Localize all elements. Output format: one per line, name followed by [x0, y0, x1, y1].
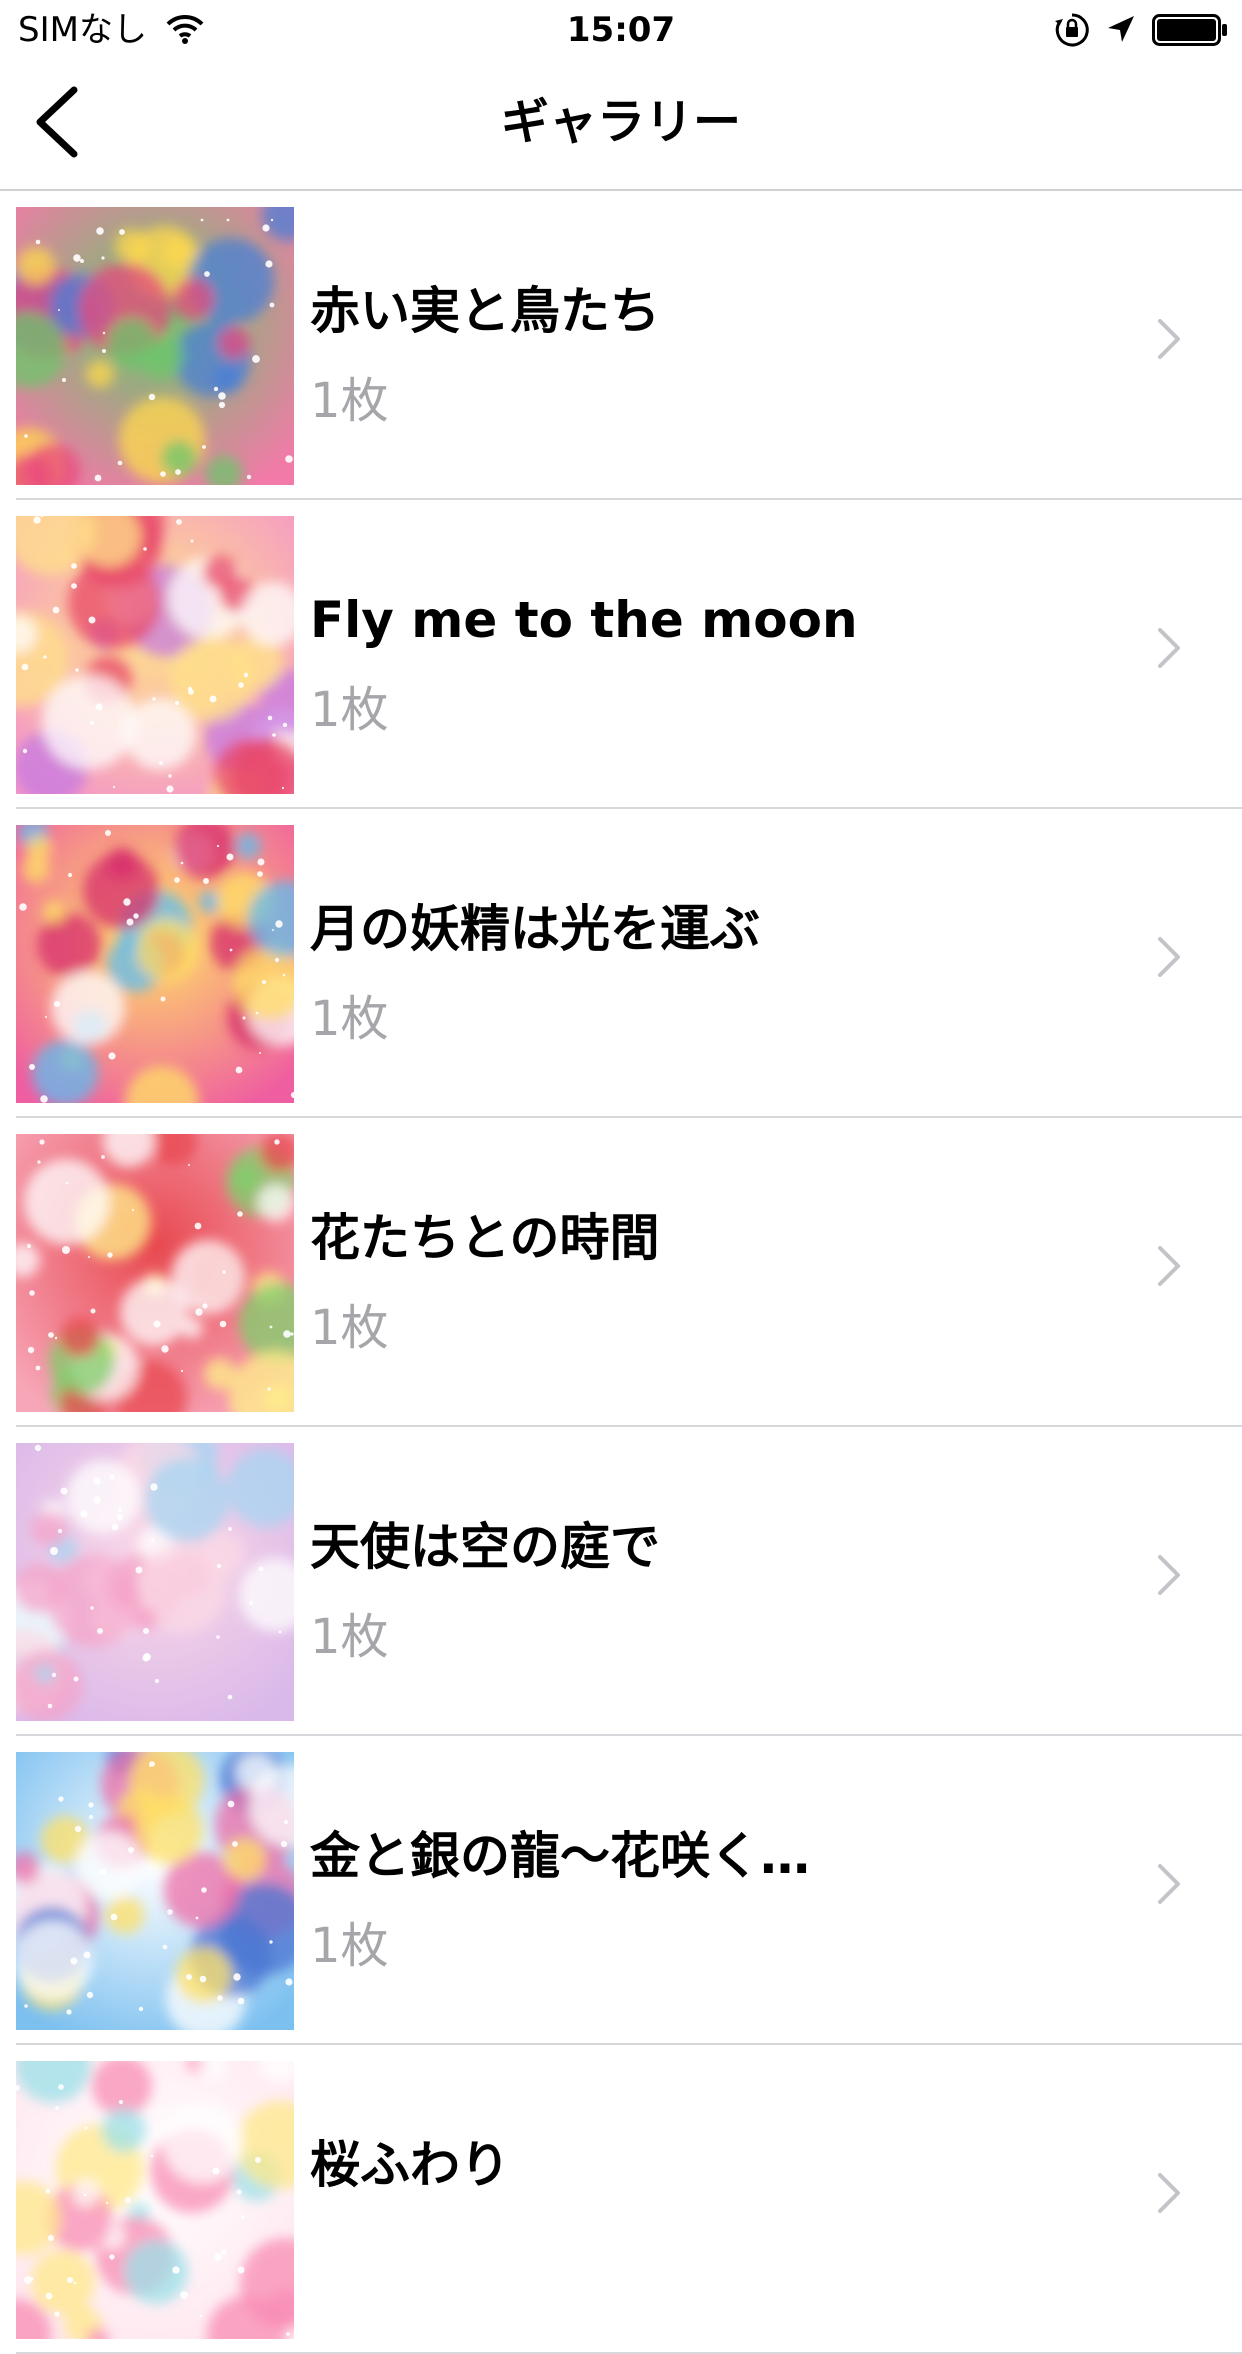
gallery-item-title: Fly me to the moon [310, 591, 858, 649]
location-arrow-icon [1106, 14, 1136, 44]
navigation-bar: ギャラリー [0, 60, 1242, 191]
gallery-item-count: 1枚 [310, 682, 389, 738]
lock-rotation-icon [1054, 12, 1090, 48]
gallery-item-title: 月の妖精は光を運ぶ [310, 900, 760, 958]
artwork-thumbnail [16, 207, 294, 485]
artwork-thumbnail [16, 1134, 294, 1412]
gallery-item-title: 金と銀の龍〜花咲く… [310, 1827, 810, 1885]
gallery-list: 赤い実と鳥たち 1枚 Fly me to the moon 1枚 月の妖精は光を運ぶ 1枚… [0, 191, 1242, 2354]
gallery-item-count: 1枚 [310, 1300, 389, 1356]
gallery-list-item[interactable]: 月の妖精は光を運ぶ 1枚 [0, 809, 1242, 1118]
artwork-thumbnail [16, 825, 294, 1103]
chevron-right-icon [1154, 2169, 1184, 2217]
gallery-list-item[interactable]: 天使は空の庭で 1枚 [0, 1427, 1242, 1736]
gallery-item-title: 赤い実と鳥たち [310, 282, 660, 340]
gallery-list-item[interactable]: 赤い実と鳥たち 1枚 [0, 191, 1242, 500]
artwork-thumbnail [16, 516, 294, 794]
chevron-right-icon [1154, 1551, 1184, 1599]
gallery-item-count: 1枚 [310, 373, 389, 429]
gallery-list-item[interactable]: 花たちとの時間 1枚 [0, 1118, 1242, 1427]
battery-icon [1152, 14, 1228, 46]
gallery-list-item[interactable]: 金と銀の龍〜花咲く… 1枚 [0, 1736, 1242, 2045]
chevron-right-icon [1154, 1242, 1184, 1290]
gallery-list-item[interactable]: 桜ふわり [0, 2045, 1242, 2354]
gallery-list-item[interactable]: Fly me to the moon 1枚 [0, 500, 1242, 809]
status-bar: SIMなし 15:07 [0, 0, 1242, 60]
gallery-item-title: 花たちとの時間 [310, 1209, 660, 1267]
chevron-right-icon [1154, 315, 1184, 363]
chevron-right-icon [1154, 933, 1184, 981]
gallery-item-title: 桜ふわり [310, 2136, 510, 2194]
gallery-item-count: 1枚 [310, 1918, 389, 1974]
gallery-item-count: 1枚 [310, 991, 389, 1047]
artwork-thumbnail [16, 1752, 294, 2030]
artwork-thumbnail [16, 1443, 294, 1721]
artwork-thumbnail [16, 2061, 294, 2339]
page-title: ギャラリー [500, 94, 741, 150]
gallery-item-count: 1枚 [310, 1609, 389, 1665]
chevron-right-icon [1154, 1860, 1184, 1908]
gallery-item-title: 天使は空の庭で [310, 1518, 660, 1576]
chevron-right-icon [1154, 624, 1184, 672]
